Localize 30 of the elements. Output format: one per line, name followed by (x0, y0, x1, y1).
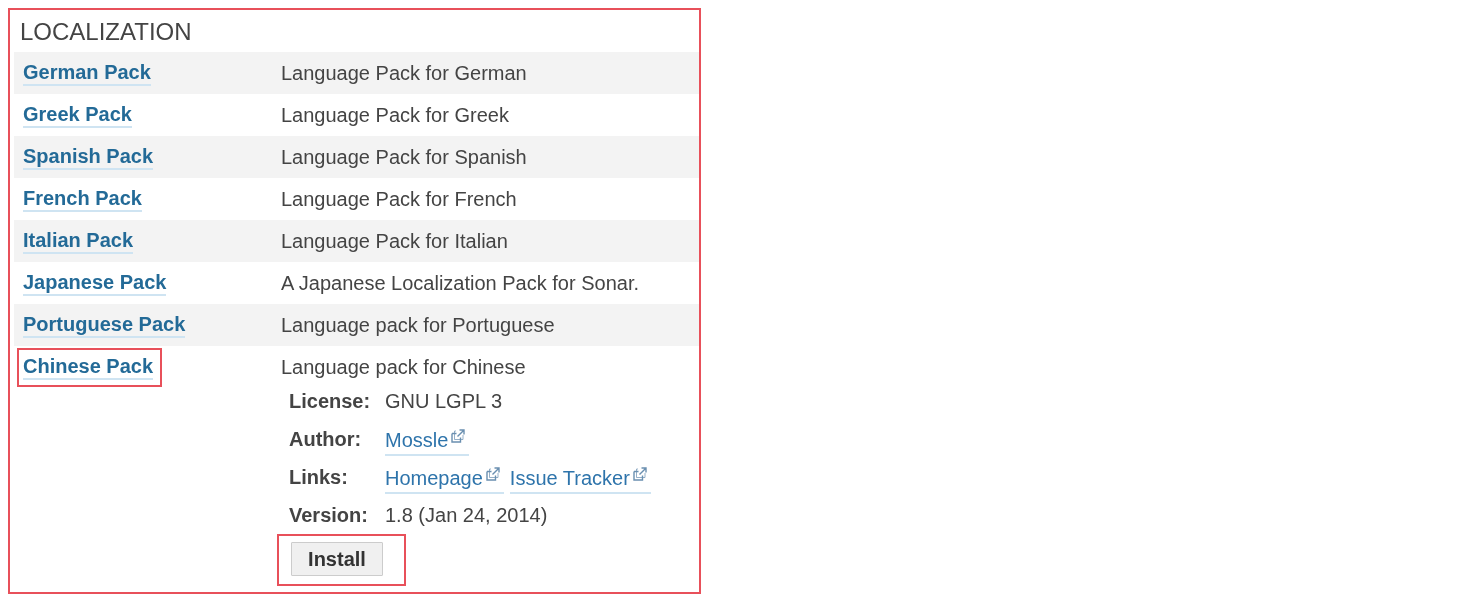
pack-link[interactable]: Italian Pack (23, 228, 134, 254)
pack-description: Language Pack for French (281, 187, 518, 212)
detail-value: GNU LGPL 3 (385, 389, 504, 413)
pack-link[interactable]: Chinese Pack (23, 354, 154, 380)
detail-label: License: (289, 389, 372, 413)
pack-description: A Japanese Localization Pack for Sonar. (281, 271, 640, 296)
detail-value: 1.8 (Jan 24, 2014) (385, 503, 549, 527)
detail-label: Links: (289, 465, 349, 489)
pack-description: Language pack for Portuguese (281, 313, 556, 338)
section-title: LOCALIZATION (19, 17, 193, 47)
pack-description: Language Pack for Italian (281, 229, 509, 254)
pack-link[interactable]: French Pack (23, 186, 142, 212)
detail-label: Author: (289, 427, 363, 451)
pack-link[interactable]: Spanish Pack (23, 144, 154, 170)
pack-link[interactable]: Greek Pack (23, 102, 132, 128)
pack-description: Language Pack for Greek (281, 103, 510, 128)
install-button[interactable]: Install (291, 542, 383, 576)
external-link-icon (632, 467, 647, 481)
external-link-icon (451, 429, 466, 443)
external-link-icon (485, 467, 500, 481)
pack-description: Language pack for Chinese (281, 355, 527, 380)
pack-link[interactable]: Japanese Pack (23, 270, 167, 296)
pack-link[interactable]: Portuguese Pack (23, 312, 186, 338)
detail-label: Version: (289, 503, 369, 527)
detail-link[interactable]: Issue Tracker (509, 466, 651, 494)
pack-description: Language Pack for German (281, 61, 528, 86)
detail-link[interactable]: Mossle (385, 428, 470, 456)
detail-link[interactable]: Homepage (385, 466, 504, 494)
pack-description: Language Pack for Spanish (281, 145, 528, 170)
pack-link[interactable]: German Pack (23, 60, 151, 86)
